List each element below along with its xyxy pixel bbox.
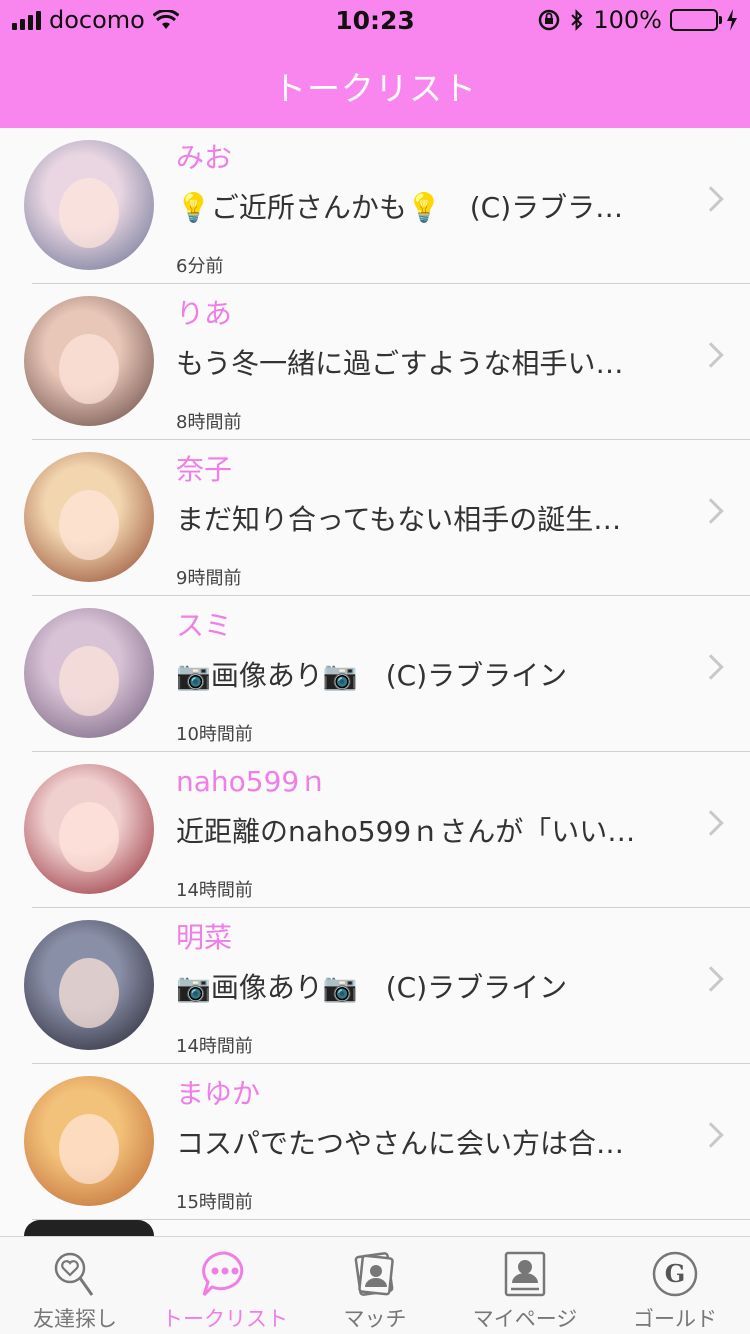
talk-name: みお [176, 141, 233, 174]
match-cards-icon [354, 1252, 394, 1296]
rotation-lock-icon [539, 9, 560, 31]
talk-time: 10時間前 [176, 724, 253, 745]
talk-list[interactable]: みお 💡ご近所さんかも💡 (C)ラブラ… 6分前 りあ もう冬一緒に過ごすような… [0, 128, 750, 1236]
chevron-right-icon [698, 654, 724, 680]
avatar [24, 1220, 154, 1236]
chevron-right-icon [698, 810, 724, 836]
talk-row[interactable]: スミ 📷画像あり📷 (C)ラブライン 10時間前 [0, 596, 750, 752]
tab-gold[interactable]: G ゴールド [600, 1237, 750, 1334]
battery-percent: 100% [593, 6, 662, 34]
page-title: トークリスト [273, 69, 477, 108]
tab-label: 友達探し [33, 1307, 117, 1331]
talk-time: 14時間前 [176, 880, 253, 901]
gold-coin-icon: G [652, 1251, 698, 1297]
status-bar: docomo 10:23 100% [0, 0, 750, 40]
chevron-right-icon [698, 498, 724, 524]
search-heart-icon [54, 1252, 94, 1296]
talk-time: 8時間前 [176, 412, 242, 433]
talk-message: まだ知り合ってもない相手の誕生… [176, 503, 622, 536]
tab-label: ゴールド [633, 1307, 717, 1331]
chat-bubble-icon [202, 1251, 244, 1297]
tab-friend-search[interactable]: 友達探し [0, 1237, 150, 1334]
talk-name: 奈子 [176, 453, 233, 486]
chevron-right-icon [698, 342, 724, 368]
tab-match[interactable]: マッチ [300, 1237, 450, 1334]
tab-label: トークリスト [162, 1307, 288, 1331]
header-background: docomo 10:23 100% トークリスト [0, 0, 750, 128]
talk-time: 15時間前 [176, 1192, 253, 1213]
profile-card-icon [504, 1251, 546, 1297]
tab-bar: 友達探し トークリスト マッチ マイページ G ゴールド [0, 1236, 750, 1334]
bluetooth-icon [571, 9, 583, 31]
talk-row[interactable]: 奈子 まだ知り合ってもない相手の誕生… 9時間前 [0, 440, 750, 596]
charging-icon [727, 9, 737, 31]
talk-name: naho599ｎ [176, 765, 328, 798]
talk-row[interactable]: りあ もう冬一緒に過ごすような相手い… 8時間前 [0, 284, 750, 440]
talk-row-partial[interactable] [0, 1220, 750, 1236]
talk-message: 📷画像あり📷 (C)ラブライン [176, 971, 568, 1004]
avatar [24, 608, 154, 738]
talk-message: 💡ご近所さんかも💡 (C)ラブラ… [176, 191, 624, 224]
avatar [24, 296, 154, 426]
avatar [24, 764, 154, 894]
avatar [24, 1076, 154, 1206]
avatar [24, 140, 154, 270]
talk-message: 近距離のnaho599ｎさんが「いい… [176, 815, 636, 848]
talk-time: 14時間前 [176, 1036, 253, 1057]
tab-my-page[interactable]: マイページ [450, 1237, 600, 1334]
tab-label: マイページ [472, 1307, 578, 1331]
avatar [24, 920, 154, 1050]
battery-icon [670, 9, 722, 31]
chevron-right-icon [698, 1122, 724, 1148]
talk-message: コスパでたつやさんに会い方は合… [176, 1127, 625, 1160]
svg-text:G: G [665, 1259, 686, 1288]
avatar [24, 452, 154, 582]
talk-name: スミ [176, 609, 233, 642]
talk-name: りあ [176, 297, 233, 330]
talk-message: もう冬一緒に過ごすような相手い… [176, 347, 624, 380]
talk-row[interactable]: まゆか コスパでたつやさんに会い方は合… 15時間前 [0, 1064, 750, 1220]
talk-row[interactable]: naho599ｎ 近距離のnaho599ｎさんが「いい… 14時間前 [0, 752, 750, 908]
talk-row[interactable]: 明菜 📷画像あり📷 (C)ラブライン 14時間前 [0, 908, 750, 1064]
tab-talk-list[interactable]: トークリスト [150, 1237, 300, 1334]
talk-message: 📷画像あり📷 (C)ラブライン [176, 659, 568, 692]
chevron-right-icon [698, 186, 724, 212]
tab-label: マッチ [343, 1307, 407, 1331]
talk-time: 6分前 [176, 256, 224, 277]
chevron-right-icon [698, 966, 724, 992]
talk-name: 明菜 [176, 921, 233, 954]
talk-row[interactable]: みお 💡ご近所さんかも💡 (C)ラブラ… 6分前 [0, 128, 750, 284]
talk-time: 9時間前 [176, 568, 242, 589]
talk-name: まゆか [176, 1077, 261, 1110]
